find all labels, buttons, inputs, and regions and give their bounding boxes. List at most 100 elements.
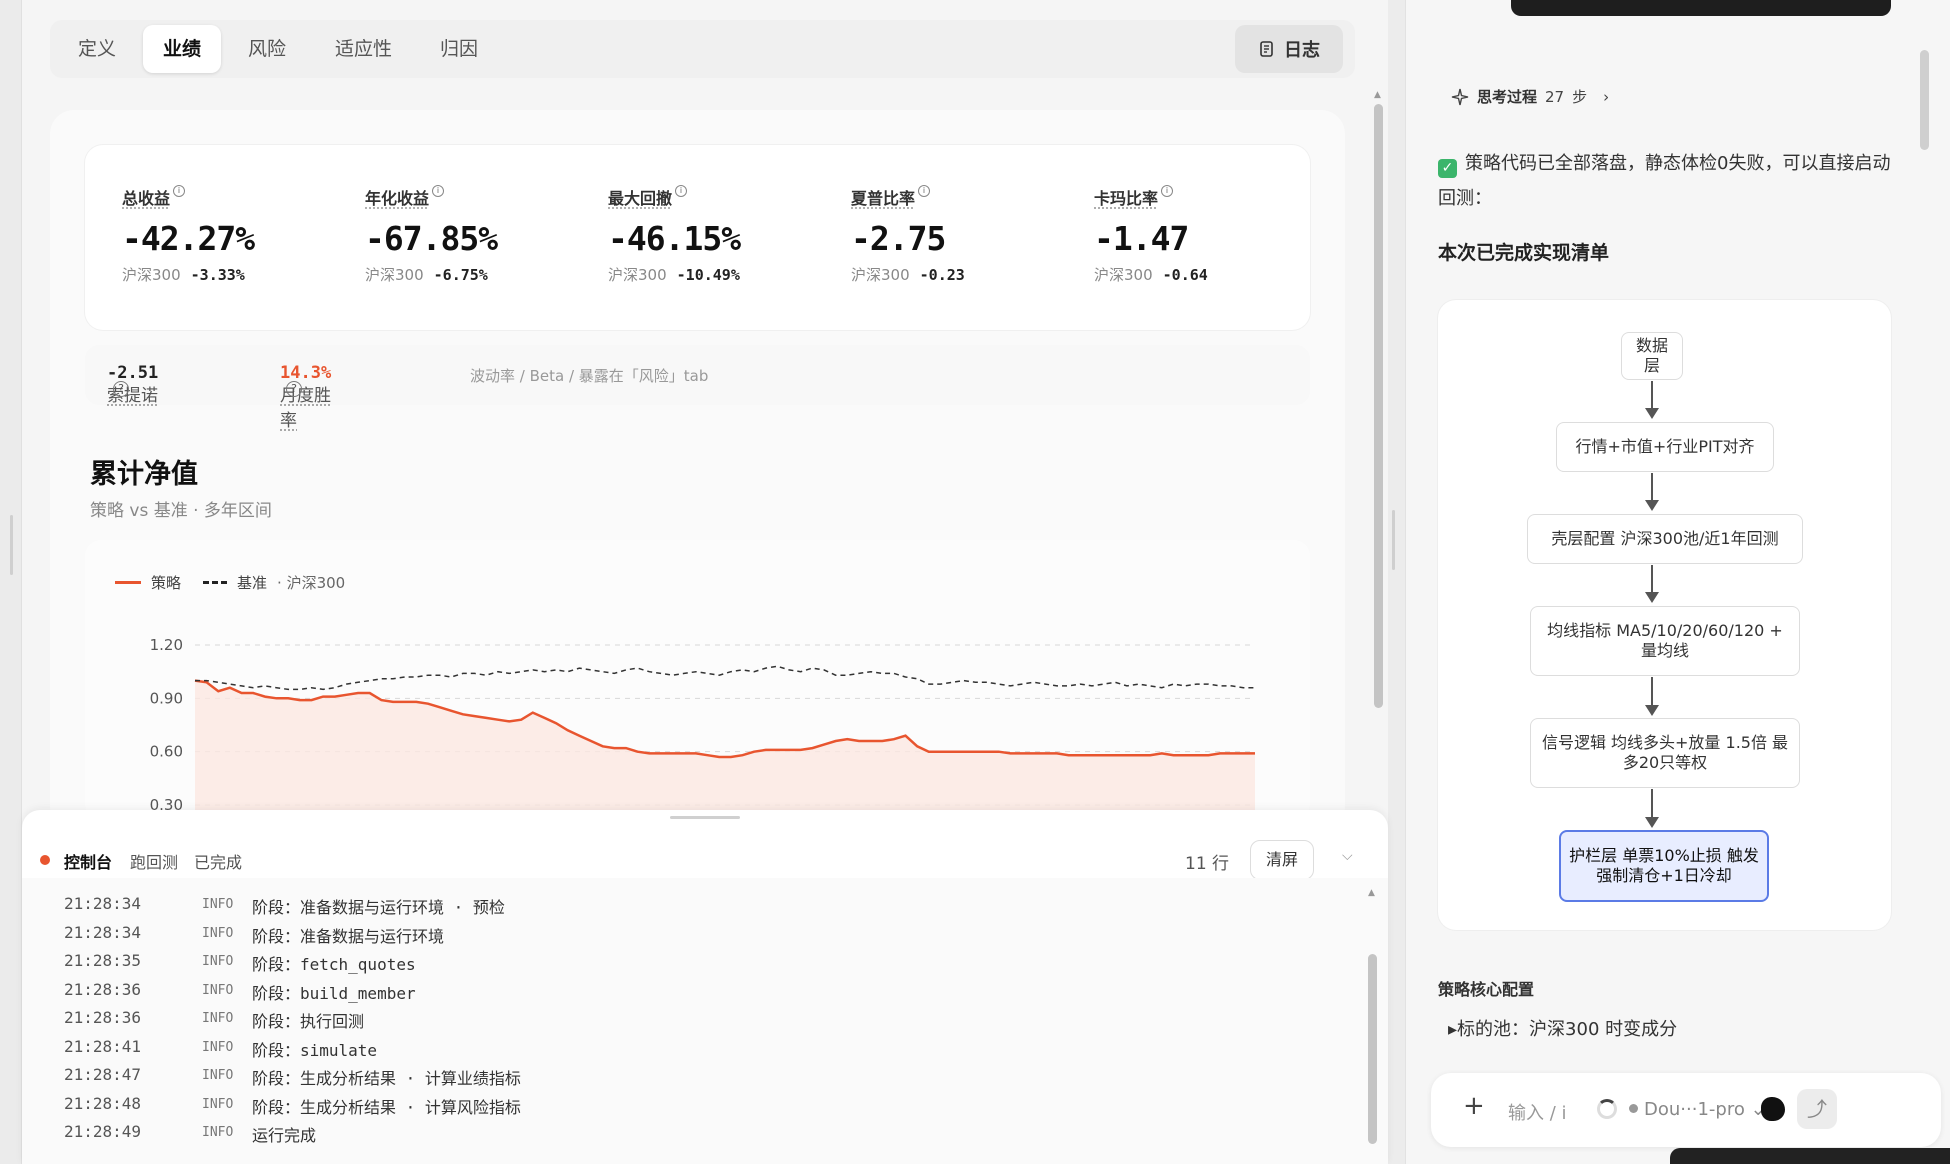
log-time: 21:28:48 [64, 1093, 142, 1113]
flow-node-signal-logic: 信号逻辑 均线多头+放量 1.5倍 最多20只等权 [1530, 718, 1800, 788]
add-icon[interactable]: + [1463, 1091, 1485, 1121]
info-icon[interactable]: i [1161, 185, 1174, 197]
chart-subtitle: 策略 vs 基准 · 多年区间 [90, 501, 272, 521]
flow-node-guardrail: 护栏层 单票10%止损 触发强制清仓+1日冷却 [1559, 830, 1769, 902]
send-button[interactable]: ⤴ [1797, 1089, 1837, 1129]
log-row: 21:28:34 INFO 阶段：准备数据与运行环境 · 预检 [22, 894, 1322, 918]
console-mode: 跑回测 [130, 853, 179, 872]
sortino-metric[interactable]: 索提诺? -2.51 [107, 363, 158, 406]
log-time: 21:28:47 [64, 1065, 142, 1084]
log-level: INFO [202, 1068, 234, 1083]
chart-title: 累计净值 [90, 459, 198, 490]
chevron-right-icon: › [1603, 87, 1610, 106]
log-level: INFO [202, 1039, 234, 1055]
log-message: 阶段：准备数据与运行环境 · 预检 [252, 898, 505, 917]
think-steps: 27 [1545, 87, 1565, 106]
log-message: 运行完成 [252, 1126, 317, 1145]
left-collapse-strip[interactable] [0, 0, 22, 1164]
metric-value: -1.47 [1094, 219, 1189, 258]
metric-value: -42.27% [122, 219, 255, 258]
sparkle-icon [1451, 88, 1469, 105]
help-icon: ? [286, 381, 302, 397]
legend-strategy-swatch [115, 581, 141, 584]
metric-benchmark: 沪深300 -6.75% [365, 266, 488, 284]
metric-label[interactable]: 年化收益 [365, 189, 429, 208]
console-panel: 控制台 跑回测 已完成 11 行 清屏 ⌵ 21:28:34 INFO 阶段：准备数… [22, 810, 1388, 1164]
log-message: 阶段：build_member [252, 983, 416, 1003]
tab-definition[interactable]: 定义 [58, 25, 136, 73]
panel-splitter[interactable] [1392, 510, 1395, 570]
metric-label[interactable]: 最大回撤 [608, 189, 672, 208]
voice-icon[interactable] [1761, 1097, 1785, 1121]
log-message: 阶段：准备数据与运行环境 [252, 926, 445, 946]
tab-performance[interactable]: 业绩 [143, 25, 222, 73]
metric-label[interactable]: 卡玛比率 [1094, 189, 1158, 208]
info-icon[interactable]: i [675, 185, 688, 197]
thinking-toggle[interactable]: 思考过程 27 步 › [1451, 86, 1609, 107]
help-icon: ? [113, 381, 129, 397]
scroll-thumb[interactable] [1374, 104, 1383, 708]
log-row: 21:28:49 INFO 运行完成 [22, 1122, 1322, 1146]
secondary-metrics: 索提诺? -2.51 月度胜率? 14.3% 波动率 / Beta / 暴露在「风险… [85, 345, 1310, 431]
log-row: 21:28:48 INFO 阶段：生成分析结果 · 计算风险指标 [22, 1094, 1322, 1118]
legend-benchmark[interactable]: 基准 [237, 572, 267, 593]
flow-node-ma-indicator: 均线指标 MA5/10/20/60/120 + 量均线 [1530, 606, 1800, 676]
status-dot [40, 855, 50, 865]
log-time: 21:28:34 [64, 922, 142, 942]
tab-risk[interactable]: 风险 [228, 25, 306, 73]
think-label: 思考过程 [1477, 88, 1538, 106]
tab-adaptability[interactable]: 适应性 [315, 25, 412, 73]
model-selector[interactable]: Dou···1-pro ⌄ [1629, 1099, 1766, 1120]
legend-benchmark-name: · 沪深300 [277, 574, 346, 592]
chevron-down-icon[interactable]: ⌵ [1342, 848, 1353, 864]
clear-button[interactable]: 清屏 [1250, 840, 1314, 880]
console-header: 控制台 跑回测 已完成 11 行 清屏 ⌵ [22, 830, 1388, 880]
assistant-scrollbar[interactable] [1920, 50, 1929, 250]
log-message: 阶段：生成分析结果 · 计算业绩指标 [252, 1069, 521, 1088]
nav-chart: 1.200.900.600.30 [150, 636, 1255, 820]
assistant-message: ✓ 策略代码已全部落盘，静态体检0失败，可以直接启动回测： [1438, 153, 1891, 209]
checkbox-icon: ✓ [1438, 159, 1457, 178]
y-tick-label: 1.20 [150, 636, 183, 654]
flow-arrow [1645, 381, 1659, 419]
info-icon[interactable]: i [173, 185, 186, 197]
legend-benchmark-swatch [203, 581, 228, 584]
metric-total-return: 总收益 i -42.27% 沪深300 -3.33% [122, 185, 352, 285]
think-unit: 步 [1572, 88, 1588, 106]
tab-attribution[interactable]: 归因 [420, 25, 498, 73]
log-scrollbar[interactable]: ▲ [1368, 888, 1378, 1158]
assistant-panel: 思考过程 27 步 › ✓ 策略代码已全部落盘，静态体检0失败，可以直接启动回测：… [1405, 0, 1950, 1164]
benchmark-line[interactable] [195, 665, 1255, 691]
chat-input[interactable]: 输入 / i [1508, 1099, 1567, 1125]
scroll-thumb[interactable] [1920, 50, 1929, 150]
log-row: 21:28:36 INFO 阶段：执行回测 [22, 1008, 1322, 1032]
tab-bar: 定义 业绩 风险 适应性 归因 日志 [50, 20, 1355, 78]
metric-calmar: 卡玛比率 i -1.47 沪深300 -0.64 [1094, 185, 1324, 285]
log-button[interactable]: 日志 [1235, 25, 1343, 73]
metric-value: -2.75 [851, 219, 946, 258]
winrate-metric[interactable]: 月度胜率? 14.3% [280, 363, 331, 431]
log-level: INFO [202, 954, 234, 969]
metric-sharpe: 夏普比率 i -2.75 沪深300 -0.23 [851, 185, 1081, 285]
log-message: 阶段：生成分析结果 · 计算风险指标 [252, 1097, 521, 1117]
log-row: 21:28:36 INFO 阶段：build_member [22, 980, 1322, 1004]
scroll-thumb[interactable] [1368, 954, 1377, 1144]
log-row: 21:28:35 INFO 阶段：fetch_quotes [22, 951, 1322, 975]
metric-label[interactable]: 总收益 [122, 189, 170, 208]
console-drag-handle[interactable] [670, 816, 740, 819]
metric-value: -67.85% [365, 219, 498, 258]
log-row: 21:28:47 INFO 阶段：生成分析结果 · 计算业绩指标 [22, 1065, 1322, 1089]
legend-strategy[interactable]: 策略 [151, 572, 181, 593]
chart-legend: 策略 基准 · 沪深300 [115, 572, 345, 593]
log-time: 21:28:49 [64, 1122, 142, 1141]
log-time: 21:28:41 [64, 1036, 142, 1056]
main-scrollbar[interactable]: ▲ [1374, 90, 1383, 720]
scroll-up-arrow-icon[interactable]: ▲ [1374, 90, 1381, 100]
log-level: INFO [202, 925, 234, 941]
config-title: 策略核心配置 [1438, 980, 1535, 999]
resize-grip[interactable] [10, 515, 13, 575]
metric-label[interactable]: 夏普比率 [851, 189, 915, 208]
info-icon[interactable]: i [432, 185, 445, 197]
log-message: 阶段：执行回测 [252, 1012, 365, 1031]
info-icon[interactable]: i [918, 185, 931, 197]
